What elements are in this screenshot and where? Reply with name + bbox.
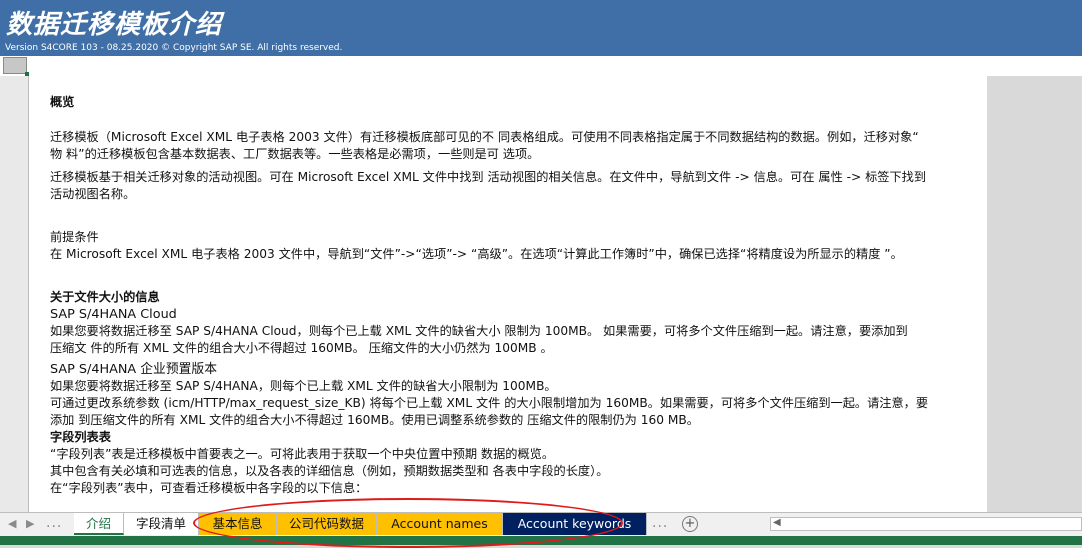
onprem-line-1: 如果您要将数据迁移至 SAP S/4HANA，则每个已上载 XML 文件的缺省大… <box>50 379 557 393</box>
title-banner: 数据迁移模板介绍 Version S4CORE 103 - 08.25.2020… <box>0 0 1082 56</box>
cloud-line-2: 压缩文 件的所有 XML 文件的组合大小不得超过 160MB。 压缩文件的大小仍… <box>50 341 553 355</box>
tab-account-keywords[interactable]: Account keywords <box>503 513 647 535</box>
overview-heading: 概览 <box>50 95 75 109</box>
field-list-line-3: 在“字段列表”表中，可查看迁移模板中各字段的以下信息： <box>50 481 368 495</box>
overview-paragraph-1-line-2: 物 料”的迁移模板包含基本数据表、工厂数据表等。一些表格是必需项，一些则是可 选… <box>50 147 540 161</box>
scroll-left-icon[interactable]: ◀ <box>773 517 781 528</box>
prerequisites-heading: 前提条件 <box>50 230 99 244</box>
status-bar <box>0 536 1082 545</box>
selected-cell[interactable] <box>3 57 29 76</box>
onprem-line-2: 可通过更改系统参数 (icm/HTTP/max_request_size_KB)… <box>50 396 929 410</box>
onprem-heading: SAP S/4HANA 企业预置版本 <box>50 362 218 377</box>
tab-scroll-right-icon[interactable]: ▶ <box>26 517 34 530</box>
tab-field-list[interactable]: 字段清单 <box>124 513 199 535</box>
tabs-more-left[interactable]: ... <box>46 515 62 531</box>
tabs-more-right[interactable]: ... <box>652 515 668 531</box>
header-cell-row[interactable] <box>0 56 1082 76</box>
field-list-line-2: 其中包含有关必填和可选表的信息，以及各表的详细信息（例如，预期数据类型和 各表中… <box>50 464 609 478</box>
field-list-heading: 字段列表表 <box>50 430 111 444</box>
field-list-line-1: “字段列表”表是迁移模板中首要表之一。可将此表用于获取一个中央位置中预期 数据的… <box>50 447 555 461</box>
sheet-tab-bar: ◀ ▶ ... 介绍 字段清单 基本信息 公司代码数据 Account name… <box>0 512 1082 536</box>
overview-paragraph-1-line-1: 迁移模板（Microsoft Excel XML 电子表格 2003 文件）有迁… <box>50 130 919 144</box>
prerequisites-text: 在 Microsoft Excel XML 电子表格 2003 文件中，导航到“… <box>50 247 903 261</box>
cloud-line-1: 如果您要将数据迁移至 SAP S/4HANA Cloud，则每个已上载 XML … <box>50 324 908 338</box>
tab-basic-info[interactable]: 基本信息 <box>199 513 277 535</box>
overview-paragraph-2-line-2: 活动视图名称。 <box>50 187 136 201</box>
tab-scroll-left-icon[interactable]: ◀ <box>8 517 16 530</box>
page-title: 数据迁移模板介绍 <box>6 10 223 40</box>
left-column[interactable] <box>0 76 28 512</box>
add-sheet-icon[interactable]: + <box>682 516 698 532</box>
tab-intro[interactable]: 介绍 <box>74 513 124 535</box>
tab-account-names[interactable]: Account names <box>377 513 503 535</box>
version-copyright: Version S4CORE 103 - 08.25.2020 © Copyri… <box>5 43 343 53</box>
horizontal-scrollbar[interactable]: ◀ <box>770 517 1082 531</box>
overview-paragraph-2-line-1: 迁移模板基于相关迁移对象的活动视图。可在 Microsoft Excel XML… <box>50 170 927 184</box>
file-size-heading: 关于文件大小的信息 <box>50 290 160 304</box>
onprem-line-3: 添加 到压缩文件的所有 XML 文件的组合大小不得超过 160MB。使用已调整系… <box>50 413 699 427</box>
tab-company-code-data[interactable]: 公司代码数据 <box>277 513 377 535</box>
document-sheet[interactable]: 概览 迁移模板（Microsoft Excel XML 电子表格 2003 文件… <box>29 76 987 512</box>
cloud-heading: SAP S/4HANA Cloud <box>50 307 177 322</box>
document-body: 概览 迁移模板（Microsoft Excel XML 电子表格 2003 文件… <box>50 94 970 497</box>
outside-print-area <box>987 76 1082 512</box>
